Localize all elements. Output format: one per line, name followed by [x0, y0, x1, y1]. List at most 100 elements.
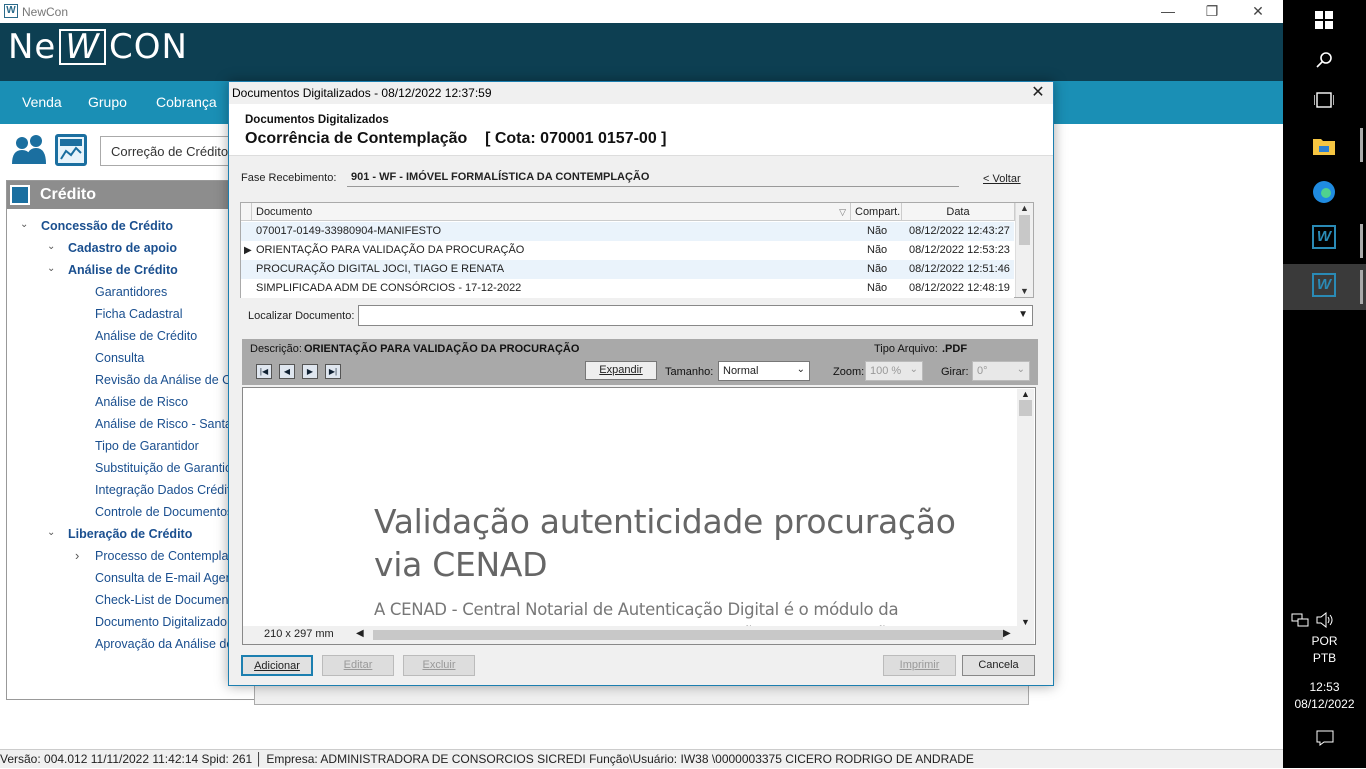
chevron-down-icon: ⌄	[796, 364, 805, 375]
preview-hscroll[interactable]: 210 x 297 mm ◀ ▶	[243, 626, 1034, 644]
dialog-subtitle: Documentos Digitalizados	[245, 114, 389, 126]
app-titlebar: NewCon	[0, 0, 1283, 23]
table-row[interactable]: 070017-0149-33980904-MANIFESTO Não 08/12…	[241, 222, 1014, 241]
adicionar-button[interactable]: Adicionar	[241, 655, 313, 676]
preview-vscroll[interactable]: ▲ ▼	[1017, 389, 1034, 627]
table-row[interactable]: PROCURAÇÃO DIGITAL JOCI, TIAGO E RENATA …	[241, 260, 1014, 279]
clock-date[interactable]: 08/12/2022	[1283, 697, 1366, 711]
clock-time[interactable]: 12:53	[1283, 680, 1366, 694]
fase-field: 901 - WF - IMÓVEL FORMALÍSTICA DA CONTEM…	[347, 165, 959, 187]
tree-revisao[interactable]: Revisão da Análise de C	[95, 370, 228, 390]
imprimir-button[interactable]: Imprimir	[883, 655, 956, 676]
expandir-button[interactable]: Expandir	[585, 361, 657, 380]
tree-checklist[interactable]: Check-List de Documen	[95, 590, 228, 610]
keyboard-label[interactable]: PTB	[1283, 651, 1366, 665]
app-header	[0, 23, 1283, 81]
chevron-down-icon[interactable]: ⌄	[20, 219, 28, 230]
excluir-button[interactable]: Excluir	[403, 655, 475, 676]
zoom-label: Zoom:	[833, 366, 865, 378]
volume-icon[interactable]	[1316, 611, 1334, 629]
voltar-link[interactable]: < Voltar	[983, 173, 1021, 185]
app-title: NewCon	[22, 4, 69, 19]
tree-integracao[interactable]: Integração Dados Crédit	[95, 480, 228, 500]
tree-header: Crédito	[7, 181, 253, 209]
tree-tipo-garantidor[interactable]: Tipo de Garantidor	[95, 436, 228, 456]
calculator-icon[interactable]	[55, 134, 87, 166]
last-page-icon[interactable]: ▶|	[325, 364, 341, 379]
tree-cadastro-apoio[interactable]: Cadastro de apoio	[68, 238, 177, 258]
tree-aprovacao[interactable]: Aprovação da Análise de	[95, 634, 228, 654]
scroll-thumb	[373, 630, 1003, 640]
scroll-down-icon: ▼	[1020, 286, 1029, 296]
tree-consulta-email[interactable]: Consulta de E-mail Ager	[95, 568, 228, 588]
minimize-button[interactable]: —	[1153, 2, 1183, 20]
girar-select[interactable]: 0° ⌄	[972, 361, 1030, 381]
correcao-credito-field[interactable]: Correção de Crédito	[100, 136, 230, 166]
col-documento[interactable]: Documento ▽	[252, 203, 851, 221]
zoom-select[interactable]: 100 % ⌄	[865, 361, 923, 381]
network-icon[interactable]	[1291, 612, 1309, 628]
prev-page-icon[interactable]: ◀	[279, 364, 295, 379]
chevron-down-icon[interactable]: ⌄	[47, 527, 55, 538]
editar-button[interactable]: Editar	[322, 655, 394, 676]
tree-analise-risco-santa[interactable]: Análise de Risco - Santa	[95, 414, 228, 434]
chevron-down-icon[interactable]: ⌄	[47, 263, 55, 274]
descricao-value: ORIENTAÇÃO PARA VALIDAÇÃO DA PROCURAÇÃO	[304, 343, 580, 355]
tree-consulta[interactable]: Consulta	[95, 348, 228, 368]
col-data[interactable]: Data	[902, 203, 1015, 221]
girar-label: Girar:	[941, 366, 969, 378]
tree-liberacao[interactable]: Liberação de Crédito	[68, 524, 192, 544]
people-icon[interactable]	[12, 134, 46, 166]
menu-venda[interactable]: Venda	[22, 81, 62, 124]
taskbar-indicator	[1360, 270, 1363, 304]
first-page-icon[interactable]: |◀	[256, 364, 272, 379]
cancela-button[interactable]: Cancela	[962, 655, 1035, 676]
newcon-active-icon[interactable]: W	[1312, 273, 1336, 297]
menu-cobranca[interactable]: Cobrança	[156, 81, 217, 124]
dialog-close-button[interactable]: ✕	[1028, 84, 1048, 102]
tipo-arquivo-label: Tipo Arquivo:	[874, 343, 938, 355]
col-compart[interactable]: Compart.	[851, 203, 902, 221]
tree-analise-credito[interactable]: Análise de Crédito	[68, 260, 178, 280]
tree-analise-credito-item[interactable]: Análise de Crédito	[95, 326, 228, 346]
tipo-arquivo-value: .PDF	[942, 343, 968, 355]
document-title: Validação autenticidade procuração via C…	[374, 502, 956, 584]
table-scrollbar[interactable]: ▲ ▼	[1015, 203, 1033, 297]
menu-grupo[interactable]: Grupo	[88, 81, 127, 124]
find-document-combo[interactable]: ▼	[358, 305, 1033, 326]
table-row-selected[interactable]: ▶ ORIENTAÇÃO PARA VALIDAÇÃO DA PROCURAÇÃ…	[241, 241, 1014, 260]
windows-start-icon[interactable]	[1310, 6, 1338, 34]
tree-garantidores[interactable]: Garantidores	[95, 282, 228, 302]
tree-concessao[interactable]: Concessão de Crédito	[41, 216, 173, 236]
dialog-main-heading: Ocorrência de Contemplação [ Cota: 07000…	[245, 130, 667, 147]
scroll-up-icon: ▲	[1021, 389, 1030, 399]
language-label[interactable]: POR	[1283, 634, 1366, 648]
tree-ficha-cadastral[interactable]: Ficha Cadastral	[95, 304, 228, 324]
document-body: A CENAD - Central Notarial de Autenticaç…	[374, 600, 976, 628]
edge-browser-icon[interactable]	[1310, 178, 1338, 206]
restore-button[interactable]: ❐	[1197, 2, 1227, 20]
search-icon[interactable]	[1310, 46, 1338, 74]
close-button[interactable]: ✕	[1243, 2, 1273, 20]
tree-substituicao[interactable]: Substituição de Garantic	[95, 458, 228, 478]
fase-label: Fase Recebimento:	[241, 172, 337, 184]
file-explorer-icon[interactable]	[1310, 132, 1338, 160]
tree-controle-documentos[interactable]: Controle de Documentos	[95, 502, 228, 522]
list-icon	[10, 185, 30, 205]
scroll-thumb	[1019, 215, 1030, 245]
newcon-taskbar-icon[interactable]: W	[1312, 225, 1336, 249]
row-pointer-icon: ▶	[244, 245, 252, 256]
table-row[interactable]: SIMPLIFICADA ADM DE CONSÓRCIOS - 17-12-2…	[241, 279, 1014, 298]
tree-analise-risco[interactable]: Análise de Risco	[95, 392, 228, 412]
chevron-down-icon[interactable]: ⌄	[47, 241, 55, 252]
tree-documento-digitalizado[interactable]: Documento Digitalizado	[95, 612, 228, 632]
tamanho-select[interactable]: Normal ⌄	[718, 361, 810, 381]
scroll-right-icon: ▶	[1003, 628, 1011, 639]
next-page-icon[interactable]: ▶	[302, 364, 318, 379]
tamanho-label: Tamanho:	[665, 366, 714, 378]
notifications-icon[interactable]	[1316, 730, 1334, 746]
chevron-right-icon[interactable]: ›	[75, 549, 79, 562]
tree-processo-contempla[interactable]: Processo de Contempla	[95, 546, 228, 566]
task-view-icon[interactable]	[1310, 86, 1338, 114]
descricao-label: Descrição:	[250, 343, 302, 355]
